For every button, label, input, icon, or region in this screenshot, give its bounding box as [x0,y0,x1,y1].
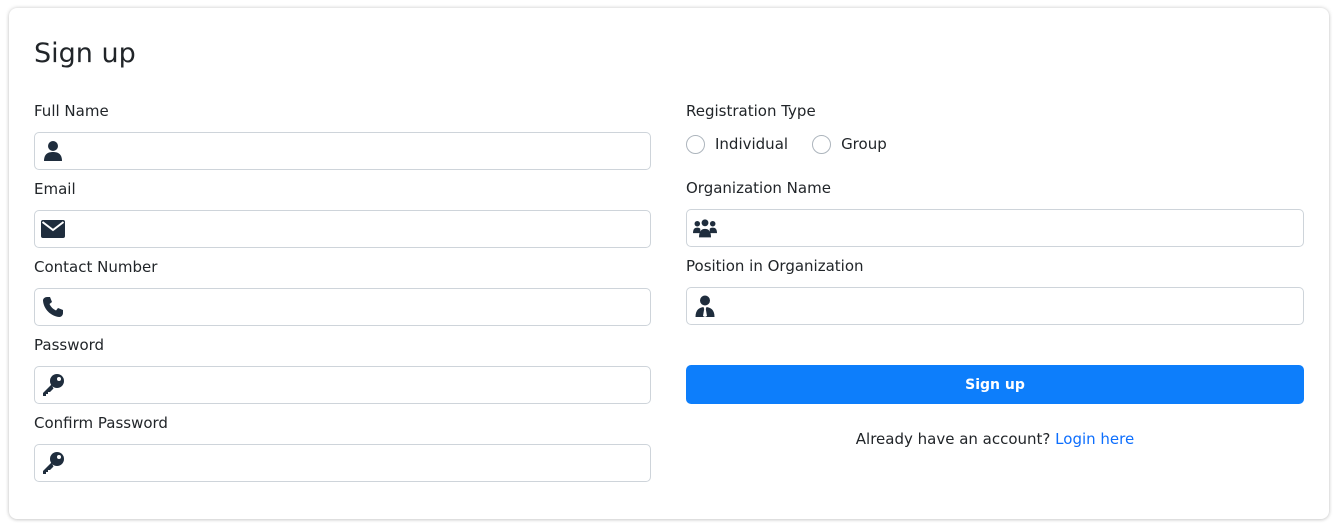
full-name-input[interactable] [65,133,650,169]
email-label: Email [34,180,76,198]
organization-name-field[interactable] [686,209,1304,247]
registration-type-label: Registration Type [686,102,816,120]
password-label: Password [34,336,105,354]
confirm-password-field[interactable] [34,444,651,482]
confirm-password-label: Confirm Password [34,414,168,432]
login-prompt: Already have an account? Login here [686,429,1304,449]
radio-individual[interactable]: Individual [686,134,788,154]
email-input[interactable] [65,211,650,247]
position-label: Position in Organization [686,257,864,275]
user-tie-icon [693,294,717,318]
contact-number-field[interactable] [34,288,651,326]
organization-name-input[interactable] [717,210,1303,246]
envelope-icon [41,217,65,241]
signup-card: Sign up Full Name Email Contact Number P… [9,8,1329,519]
radio-group[interactable]: Group [812,134,887,154]
radio-button[interactable] [686,134,705,154]
contact-number-input[interactable] [65,289,650,325]
signup-button[interactable]: Sign up [686,365,1304,404]
full-name-label: Full Name [34,102,109,120]
key-icon [41,373,65,397]
radio-button[interactable] [812,134,832,154]
phone-icon [41,295,65,319]
radio-group-label[interactable]: Group [841,135,887,153]
position-input[interactable] [717,288,1303,324]
password-field[interactable] [34,366,651,404]
login-link[interactable]: Login here [1055,430,1134,448]
registration-type-group: Individual Group [686,133,911,155]
email-field[interactable] [34,210,651,248]
position-field[interactable] [686,287,1304,325]
page-title: Sign up [34,38,136,69]
confirm-password-input[interactable] [65,445,650,481]
radio-individual-label[interactable]: Individual [715,135,788,153]
users-icon [693,216,717,240]
login-prompt-text: Already have an account? [855,430,1051,448]
contact-number-label: Contact Number [34,258,158,276]
full-name-field[interactable] [34,132,651,170]
user-icon [41,139,65,163]
password-input[interactable] [65,367,650,403]
organization-name-label: Organization Name [686,179,831,197]
key-icon [41,451,65,475]
